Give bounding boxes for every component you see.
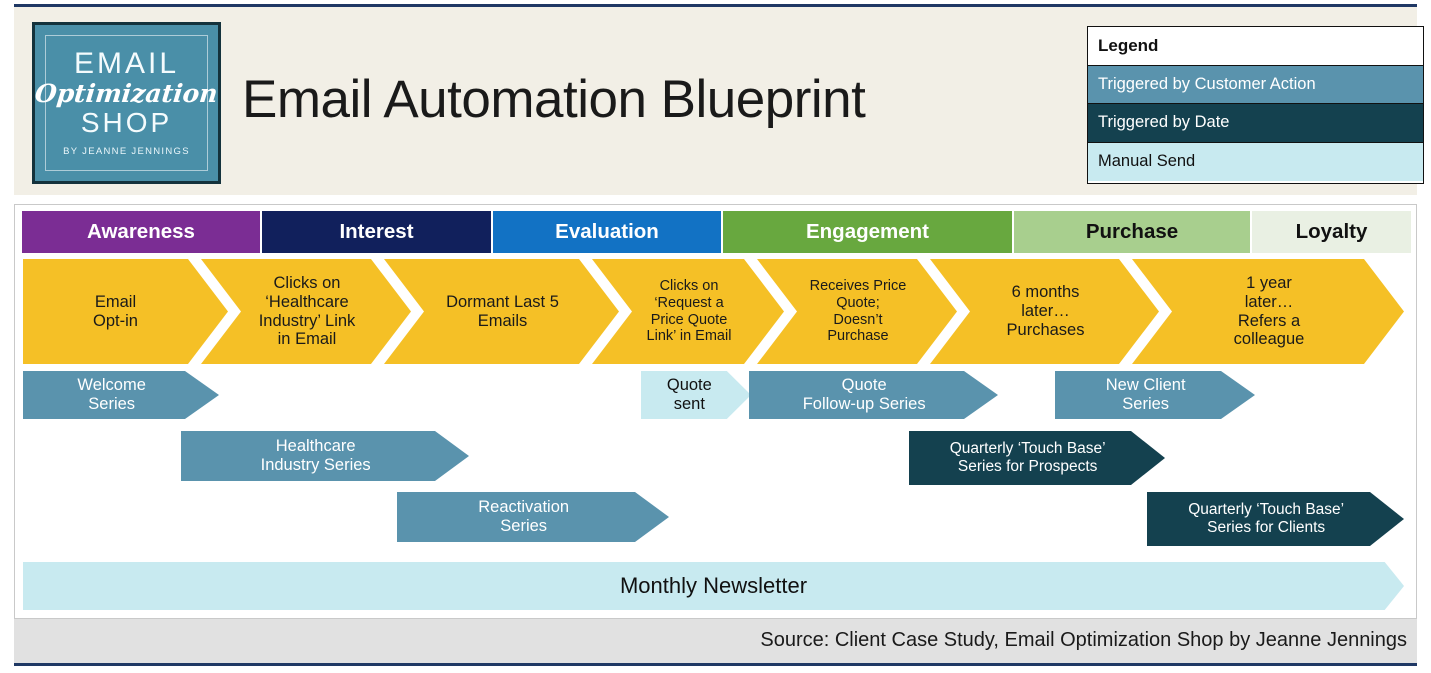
arrow-label: Dormant Last 5 Emails: [446, 292, 559, 330]
legend-item-2: Triggered by Date: [1088, 104, 1423, 143]
journey-step-7[interactable]: 1 year later… Refers a colleague: [1132, 259, 1404, 364]
header-band: EMAIL Optimization SHOP BY JEANNE JENNIN…: [14, 4, 1424, 195]
arrow-label: 6 months later… Purchases: [1006, 283, 1085, 339]
arrow-label: Receives Price Quote; Doesn’t Purchase: [809, 278, 907, 345]
logo-inner-frame: EMAIL Optimization SHOP BY JEANNE JENNIN…: [35, 35, 218, 171]
series-arrow-5[interactable]: Healthcare Industry Series: [181, 431, 469, 481]
arrow-label: New Client Series: [1105, 376, 1186, 413]
arrow-label: Clicks on ‘Request a Price Quote Link’ in E…: [646, 278, 732, 345]
monthly-newsletter-label: Monthly Newsletter: [619, 573, 808, 598]
stage-header-engagement[interactable]: Engagement: [723, 211, 1012, 253]
stage-header-interest[interactable]: Interest: [262, 211, 491, 253]
stage-header-evaluation[interactable]: Evaluation: [493, 211, 721, 253]
journey-step-2[interactable]: Clicks on ‘Healthcare Industry’ Link in Ema…: [201, 259, 411, 364]
journey-step-5[interactable]: Receives Price Quote; Doesn’t Purchase: [757, 259, 957, 364]
series-arrow-4[interactable]: New Client Series: [1055, 371, 1255, 419]
journey-step-3[interactable]: Dormant Last 5 Emails: [384, 259, 619, 364]
arrow-label: Clicks on ‘Healthcare Industry’ Link in Ema…: [258, 273, 356, 349]
legend-item-label: Triggered by Date: [1098, 113, 1230, 132]
stage-header-label: Interest: [339, 220, 414, 243]
stage-header-label: Purchase: [1085, 220, 1179, 243]
monthly-newsletter-bar: Monthly Newsletter: [23, 562, 1404, 610]
legend-item-3: Manual Send: [1088, 142, 1423, 181]
stage-header-label: Loyalty: [1295, 220, 1368, 243]
diagram-body: Awareness Interest Evaluation Engagement Pur…: [14, 204, 1417, 619]
arrow-label: Quarterly ‘Touch Base’ Series for Clients: [1188, 501, 1345, 536]
series-arrow-3[interactable]: Quote Follow-up Series: [749, 371, 998, 419]
legend: Legend Triggered by Customer Action Trigg…: [1087, 26, 1424, 184]
arrow-label: Quarterly ‘Touch Base’ Series for Prospec…: [949, 440, 1106, 475]
blueprint-diagram: EMAIL Optimization SHOP BY JEANNE JENNIN…: [0, 0, 1431, 673]
series-arrow-1[interactable]: Welcome Series: [23, 371, 219, 419]
arrow-label: Welcome Series: [77, 376, 146, 413]
journey-step-1[interactable]: Email Opt-in: [23, 259, 228, 364]
stage-header-awareness[interactable]: Awareness: [22, 211, 260, 253]
legend-item-label: Manual Send: [1098, 152, 1196, 171]
arrow-label: Email Opt-in: [93, 292, 138, 330]
arrow-label: Quote sent: [666, 376, 712, 413]
series-arrow-6[interactable]: Quarterly ‘Touch Base’ Series for Prospec…: [909, 431, 1165, 485]
series-arrow-8[interactable]: Quarterly ‘Touch Base’ Series for Clients: [1147, 492, 1404, 546]
legend-item-label: Triggered by Customer Action: [1098, 74, 1316, 93]
logo-line-email: EMAIL: [73, 46, 180, 80]
legend-item-1: Triggered by Customer Action: [1088, 65, 1423, 104]
stage-header-purchase[interactable]: Purchase: [1014, 211, 1250, 253]
logo-line-optimization: Optimization: [33, 78, 220, 108]
stage-header-bar: Awareness Interest Evaluation Engagement Pur…: [22, 211, 1411, 253]
journey-step-4[interactable]: Clicks on ‘Request a Price Quote Link’ in E…: [592, 259, 784, 364]
stage-header-label: Awareness: [87, 220, 195, 243]
legend-title: Legend: [1088, 27, 1423, 66]
logo-line-byline: BY JEANNE JENNINGS: [63, 146, 190, 158]
source-credit: Source: Client Case Study, Email Optimiz…: [760, 629, 1407, 651]
logo-line-shop: SHOP: [80, 106, 173, 138]
page-title: Email Automation Blueprint: [242, 70, 866, 129]
stage-header-loyalty[interactable]: Loyalty: [1252, 211, 1411, 253]
stage-header-label: Engagement: [805, 220, 930, 243]
arrow-label: Healthcare Industry Series: [260, 437, 371, 474]
arrow-label: Quote Follow-up Series: [802, 376, 926, 413]
legend-items: Triggered by Customer Action Triggered by…: [1088, 65, 1423, 181]
company-logo: EMAIL Optimization SHOP BY JEANNE JENNIN…: [32, 22, 221, 184]
arrow-label: Reactivation Series: [478, 498, 570, 535]
series-arrow-2[interactable]: Quote sent: [641, 371, 751, 419]
footer-band: Source: Client Case Study, Email Optimiz…: [14, 619, 1417, 666]
stage-header-label: Evaluation: [555, 220, 659, 243]
journey-step-6[interactable]: 6 months later… Purchases: [930, 259, 1159, 364]
series-arrow-7[interactable]: Reactivation Series: [397, 492, 669, 542]
arrow-label: 1 year later… Refers a colleague: [1233, 273, 1305, 349]
